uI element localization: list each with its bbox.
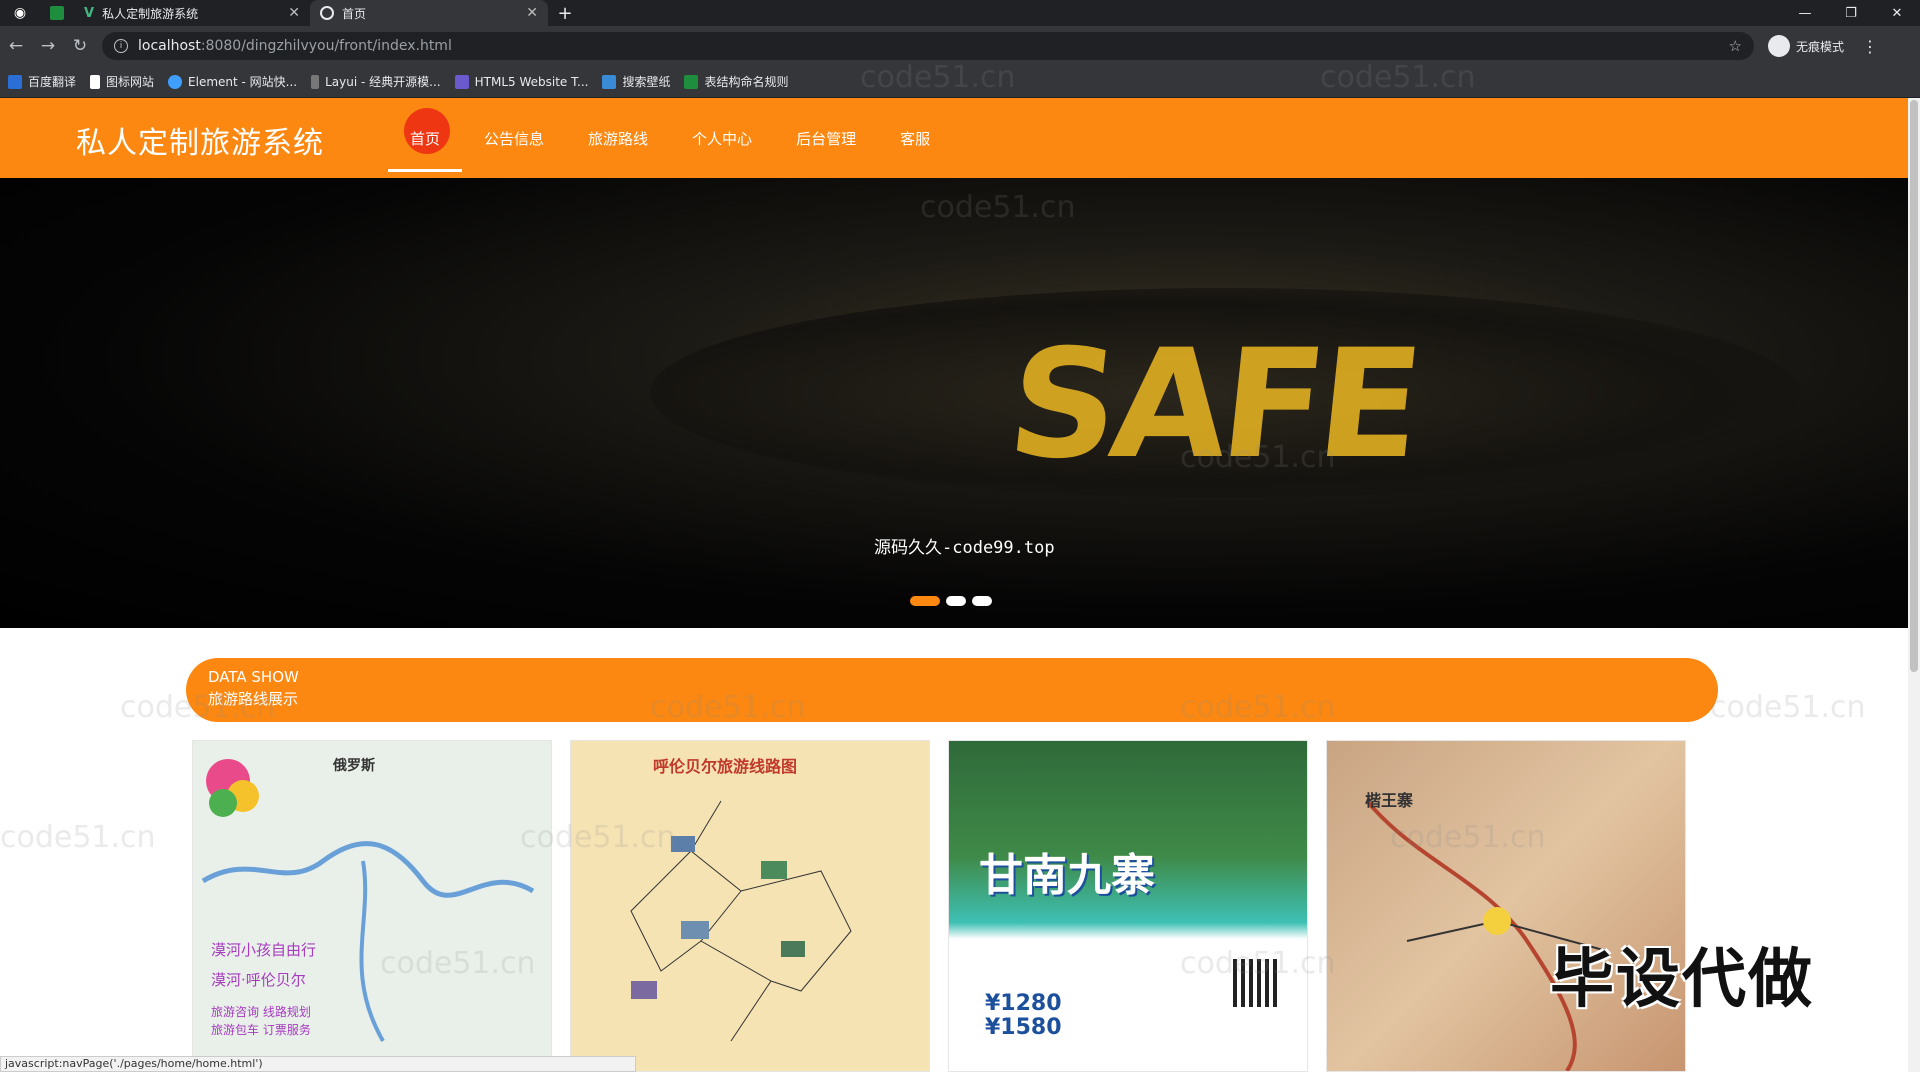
back-icon[interactable]: ← <box>0 36 32 56</box>
nav-routes[interactable]: 旅游路线 <box>566 98 670 178</box>
translate-icon <box>8 74 22 89</box>
route-map-illustration <box>630 800 852 1042</box>
hero-carousel[interactable]: SAFE 源码久久-code99.top <box>0 178 1908 628</box>
link-status-bar: javascript:navPage('./pages/home/home.ht… <box>0 1056 636 1072</box>
browser-tab-strip: ◉ V 私人定制旅游系统 ✕ 首页 ✕ + — ❐ ✕ <box>0 0 1920 26</box>
pinned-tab-icon <box>50 6 64 20</box>
carousel-dot[interactable] <box>946 596 966 606</box>
tab-title: 首页 <box>342 6 367 21</box>
bookmarks-bar: 百度翻译 图标网站 Element - 网站快... Layui - 经典开源模… <box>0 66 1920 98</box>
bookmark-item[interactable]: HTML5 Website T... <box>454 74 589 89</box>
card-line: 旅游包车 订票服务 <box>211 1023 311 1037</box>
section-header: DATA SHOW 旅游路线展示 <box>186 658 1718 722</box>
bookmark-label: HTML5 Website T... <box>474 74 589 89</box>
bookmark-star-icon[interactable]: ☆ <box>1729 37 1742 55</box>
bookmark-label: 百度翻译 <box>28 75 77 89</box>
browser-menu-kebab-icon[interactable]: ⋮ <box>1862 37 1878 56</box>
bookmark-label: 搜索壁纸 <box>622 75 671 89</box>
site-brand: 私人定制旅游系统 <box>76 126 324 161</box>
card-price: ¥1280 <box>985 991 1062 1016</box>
card-line: 漠河小孩自由行 <box>211 941 317 959</box>
section-title-zh: 旅游路线展示 <box>208 690 299 708</box>
nav-notices[interactable]: 公告信息 <box>462 98 566 178</box>
url-path: :8080/dingzhilvyou/front/index.html <box>200 38 452 54</box>
bookmark-label: 图标网站 <box>106 75 155 89</box>
site-header: 私人定制旅游系统 首页 公告信息 旅游路线 个人中心 后台管理 客服 <box>0 98 1908 178</box>
window-controls: — ❐ ✕ <box>1782 0 1920 26</box>
main-nav: 首页 公告信息 旅游路线 个人中心 后台管理 客服 <box>388 98 952 178</box>
reload-icon[interactable]: ↻ <box>64 36 96 56</box>
site-info-icon[interactable]: i <box>114 39 128 53</box>
pinned-tab[interactable] <box>40 0 74 26</box>
page-scrollbar[interactable] <box>1908 98 1920 1072</box>
card-heading: 楷王寨 <box>1365 791 1414 810</box>
card-heading: 呼伦贝尔旅游线路图 <box>653 757 798 776</box>
nav-admin[interactable]: 后台管理 <box>774 98 878 178</box>
browser-toolbar: ← → ↻ i localhost:8080/dingzhilvyou/fron… <box>0 26 1920 66</box>
route-card[interactable]: 甘南九寨 ¥1280 ¥1580 <box>948 740 1308 1072</box>
layui-icon <box>311 74 320 89</box>
incognito-icon <box>1768 35 1790 57</box>
scrollbar-thumb[interactable] <box>1910 100 1918 672</box>
bookmark-item[interactable]: Element - 网站快... <box>168 73 297 90</box>
nav-profile[interactable]: 个人中心 <box>670 98 774 178</box>
close-window-icon[interactable]: ✕ <box>1874 6 1920 21</box>
carousel-dot[interactable] <box>910 596 940 606</box>
globe-icon <box>320 6 334 20</box>
bookmark-item[interactable]: 搜索壁纸 <box>602 73 670 90</box>
carousel-caption: 源码久久-code99.top <box>874 538 1055 558</box>
bookmark-label: Element - 网站快... <box>188 75 298 89</box>
page-viewport: 私人定制旅游系统 首页 公告信息 旅游路线 个人中心 后台管理 客服 SAFE … <box>0 98 1920 1072</box>
html5-icon <box>454 74 469 89</box>
card-price: ¥1580 <box>985 1015 1062 1040</box>
bookmark-item[interactable]: Layui - 经典开源模... <box>311 73 441 90</box>
bookmark-item[interactable]: 图标网站 <box>90 73 154 90</box>
close-tab-icon[interactable]: ✕ <box>526 5 538 21</box>
route-card[interactable]: 俄罗斯 漠河小孩自由行 漠河·呼伦贝尔 旅游咨询 线路规划 旅游包车 订票服务 <box>192 740 552 1072</box>
nav-home[interactable]: 首页 <box>388 98 463 178</box>
flag-icon <box>90 74 101 89</box>
forward-icon[interactable]: → <box>32 36 64 56</box>
restore-icon[interactable]: ❐ <box>1828 6 1874 21</box>
element-icon <box>168 74 183 89</box>
route-card[interactable]: 呼伦贝尔旅游线路图 <box>570 740 930 1072</box>
profile-label: 无痕模式 <box>1796 39 1845 54</box>
overlay-watermark-text: 毕设代做 <box>1550 943 1814 1017</box>
card-line: 旅游咨询 线路规划 <box>211 1005 311 1019</box>
bookmark-item[interactable]: 百度翻译 <box>8 73 76 90</box>
wallpaper-icon <box>602 74 617 89</box>
vue-icon: V <box>84 5 95 21</box>
card-heading: 俄罗斯 <box>333 758 375 774</box>
close-tab-icon[interactable]: ✕ <box>288 5 300 21</box>
section-title-en: DATA SHOW <box>208 668 299 686</box>
url-host: localhost <box>138 38 201 54</box>
card-line: 漠河·呼伦贝尔 <box>211 971 306 989</box>
card-heading: 甘南九寨 <box>979 850 1155 901</box>
new-tab-button[interactable]: + <box>548 0 582 26</box>
route-card-list: 俄罗斯 漠河小孩自由行 漠河·呼伦贝尔 旅游咨询 线路规划 旅游包车 订票服务 … <box>192 740 1686 1072</box>
bookmark-label: Layui - 经典开源模... <box>325 75 441 89</box>
address-bar[interactable]: i localhost:8080/dingzhilvyou/front/inde… <box>102 32 1754 60</box>
minimize-icon[interactable]: — <box>1782 6 1828 21</box>
route-card[interactable]: 楷王寨 <box>1326 740 1686 1072</box>
carousel-indicators <box>910 596 992 606</box>
tab-title: 私人定制旅游系统 <box>102 6 199 21</box>
qr-code-icon <box>1233 959 1281 1007</box>
bookmark-label: 表结构命名规则 <box>704 75 789 89</box>
browser-tab-2[interactable]: 首页 ✕ <box>310 0 548 26</box>
carousel-dot[interactable] <box>972 596 992 606</box>
banner-image-text: SAFE <box>1000 318 1425 492</box>
browser-tab-1[interactable]: V 私人定制旅游系统 ✕ <box>74 0 310 26</box>
profile-button[interactable]: 无痕模式 <box>1768 35 1844 57</box>
sheet-icon <box>684 74 699 89</box>
bookmark-item[interactable]: 表结构命名规则 <box>684 73 788 90</box>
nav-service[interactable]: 客服 <box>878 98 952 178</box>
browser-menu-icon[interactable]: ◉ <box>0 0 40 26</box>
